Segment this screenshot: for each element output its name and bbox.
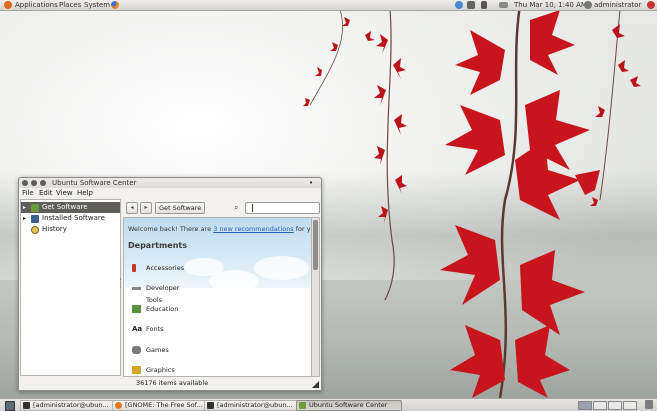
breadcrumb-get-software[interactable]: Get Software bbox=[155, 202, 206, 214]
developer-tools-icon bbox=[132, 287, 141, 290]
resize-grip-icon[interactable] bbox=[312, 381, 319, 388]
welcome-suffix: for y bbox=[293, 225, 311, 233]
expand-arrow-icon[interactable]: ▸ bbox=[23, 202, 26, 213]
user-menu[interactable]: administrator bbox=[594, 0, 641, 10]
text-cursor bbox=[252, 204, 253, 212]
accessories-icon bbox=[132, 264, 136, 272]
software-center-window: Ubuntu Software Center • File Edit View … bbox=[18, 177, 322, 391]
close-icon[interactable] bbox=[22, 180, 28, 186]
sidebar-item-get-software[interactable]: ▸ Get Software bbox=[21, 202, 120, 213]
taskbar-item-terminal-2[interactable]: [administrator@ubun... bbox=[204, 400, 304, 411]
welcome-prefix: Welcome back! There are bbox=[128, 225, 214, 233]
get-software-icon bbox=[31, 204, 39, 212]
menu-view[interactable]: View bbox=[56, 189, 73, 198]
sidebar: ▸ Get Software ▸ Installed Software Hist… bbox=[20, 199, 121, 376]
recommendations-link[interactable]: 3 new recommendations bbox=[213, 225, 294, 233]
workspace-2[interactable] bbox=[593, 401, 607, 410]
statusbar: 36176 items available bbox=[19, 377, 321, 389]
applications-menu[interactable]: Applications bbox=[15, 0, 58, 10]
forward-button[interactable]: ▸ bbox=[140, 202, 152, 214]
sidebar-item-label: Installed Software bbox=[42, 214, 105, 222]
games-icon bbox=[132, 346, 141, 354]
welcome-text: Welcome back! There are 3 new recommenda… bbox=[128, 225, 311, 233]
content-pane: Welcome back! There are 3 new recommenda… bbox=[123, 217, 313, 377]
department-label: Fonts bbox=[146, 325, 164, 333]
volume-icon[interactable] bbox=[481, 1, 487, 9]
back-button[interactable]: ◂ bbox=[126, 202, 138, 214]
menu-help[interactable]: Help bbox=[77, 189, 93, 198]
expand-arrow-icon[interactable]: ▸ bbox=[23, 213, 26, 224]
shutdown-icon[interactable] bbox=[647, 1, 655, 9]
window-menu-icon[interactable]: • bbox=[309, 178, 313, 188]
department-label: Graphics bbox=[146, 366, 175, 374]
sidebar-item-installed-software[interactable]: ▸ Installed Software bbox=[21, 213, 120, 224]
department-label: Accessories bbox=[146, 264, 185, 272]
firefox-icon bbox=[115, 402, 122, 409]
departments-heading: Departments bbox=[128, 241, 188, 250]
taskbar-item-label: [administrator@ubun... bbox=[217, 401, 293, 409]
taskbar-item-firefox[interactable]: [GNOME: The Free Sof... bbox=[112, 400, 212, 411]
cloud-decoration bbox=[209, 270, 259, 292]
workspace-1[interactable] bbox=[578, 401, 592, 410]
graphics-icon bbox=[132, 366, 141, 374]
department-label: Education bbox=[146, 305, 179, 313]
sidebar-item-label: History bbox=[42, 225, 67, 233]
sidebar-item-history[interactable]: History bbox=[21, 224, 120, 235]
bottom-panel: [administrator@ubun... [GNOME: The Free … bbox=[0, 398, 657, 411]
clock[interactable]: Thu Mar 10, 1:40 AM bbox=[514, 0, 587, 10]
fonts-icon: Aa bbox=[132, 325, 143, 333]
education-icon bbox=[132, 305, 141, 313]
system-menu[interactable]: System bbox=[84, 0, 110, 10]
window-titlebar[interactable]: Ubuntu Software Center • bbox=[19, 178, 321, 188]
menu-file[interactable]: File bbox=[22, 189, 34, 198]
user-status-icon[interactable] bbox=[584, 1, 592, 9]
menu-edit[interactable]: Edit bbox=[39, 189, 53, 198]
trash-icon[interactable] bbox=[645, 400, 653, 409]
search-input[interactable]: ⌕ bbox=[234, 202, 320, 214]
battery-icon[interactable] bbox=[499, 2, 508, 8]
maximize-icon[interactable] bbox=[40, 180, 46, 186]
top-panel: Applications Places System Thu Mar 10, 1… bbox=[0, 0, 657, 11]
terminal-icon bbox=[207, 402, 214, 409]
scrollbar-thumb[interactable] bbox=[313, 220, 318, 270]
history-icon bbox=[31, 226, 39, 234]
taskbar-item-label: [administrator@ubun... bbox=[33, 401, 109, 409]
taskbar-item-label: Ubuntu Software Center bbox=[309, 401, 388, 409]
workspace-4[interactable] bbox=[623, 401, 637, 410]
workspace-3[interactable] bbox=[608, 401, 622, 410]
taskbar-item-software-center[interactable]: Ubuntu Software Center bbox=[296, 400, 402, 411]
department-label: Games bbox=[146, 346, 169, 354]
firefox-launcher-icon[interactable] bbox=[111, 1, 119, 9]
items-available-count: 36176 items available bbox=[136, 379, 209, 387]
network-icon[interactable] bbox=[455, 1, 463, 9]
software-center-icon bbox=[299, 402, 306, 409]
window-title: Ubuntu Software Center bbox=[52, 179, 137, 187]
ubuntu-logo-icon[interactable] bbox=[4, 1, 12, 9]
sidebar-item-label: Get Software bbox=[42, 203, 88, 211]
cloud-decoration bbox=[254, 256, 309, 280]
terminal-icon bbox=[23, 402, 30, 409]
taskbar-item-label: [GNOME: The Free Sof... bbox=[125, 401, 203, 409]
content-scrollbar[interactable] bbox=[311, 217, 320, 377]
mail-icon[interactable] bbox=[467, 1, 475, 9]
installed-software-icon bbox=[31, 215, 39, 223]
taskbar-item-terminal-1[interactable]: [administrator@ubun... bbox=[20, 400, 116, 411]
minimize-icon[interactable] bbox=[31, 180, 37, 186]
menubar: File Edit View Help bbox=[19, 189, 321, 198]
toolbar: ◂ ▸ Get Software ⌕ bbox=[123, 201, 320, 215]
search-icon: ⌕ bbox=[234, 203, 239, 212]
places-menu[interactable]: Places bbox=[59, 0, 81, 10]
